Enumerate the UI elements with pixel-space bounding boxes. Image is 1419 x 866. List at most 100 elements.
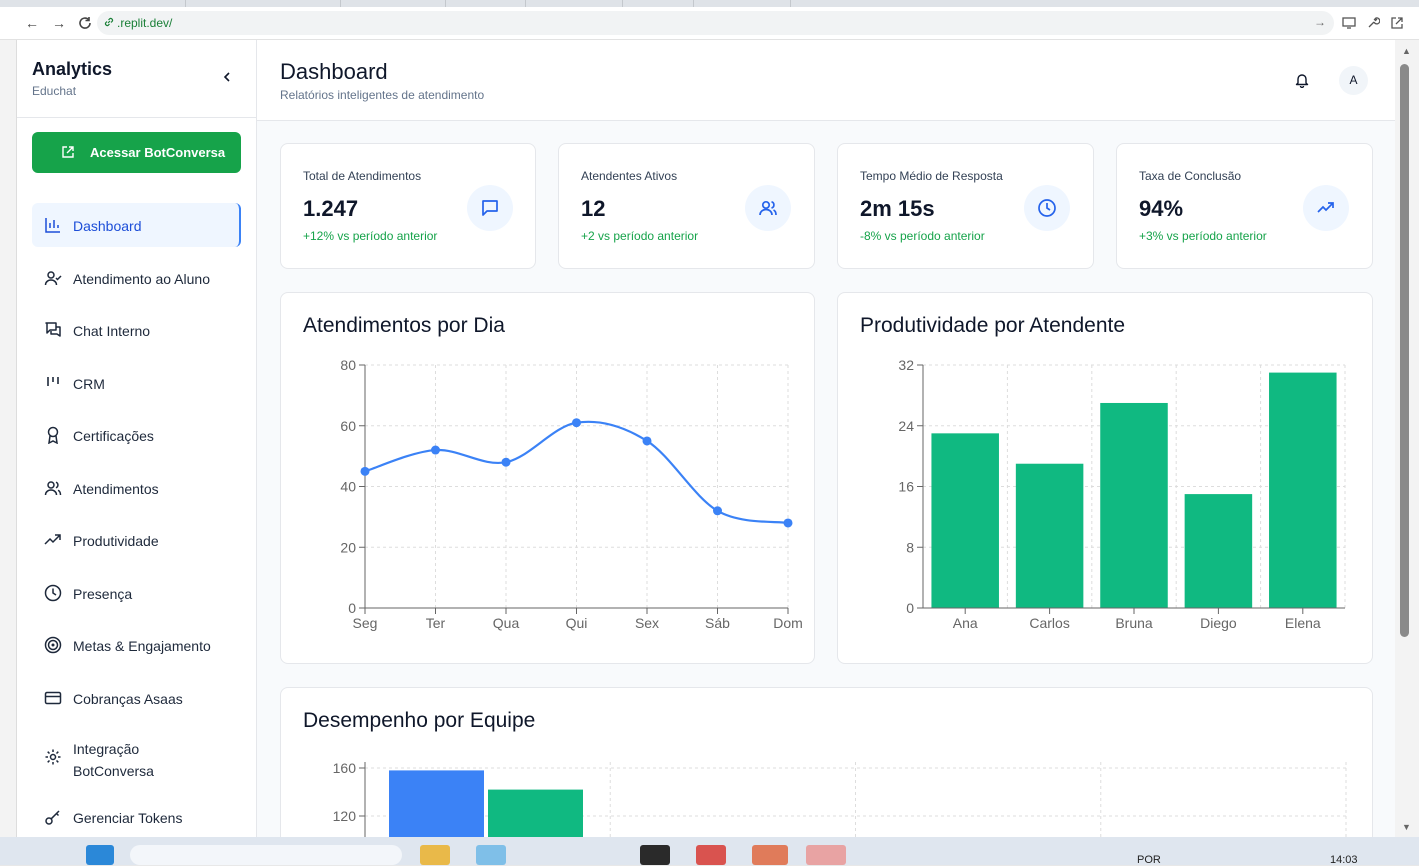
stat-delta: +2 vs período anterior [581,229,699,243]
main-content: Dashboard Relatórios inteligentes de ate… [257,40,1395,837]
page-title: Dashboard [280,59,388,84]
app-icon[interactable] [806,845,846,865]
stat-card-total: Total de Atendimentos 1.247 +12% vs perí… [280,143,536,269]
x-tick-label: Ter [426,615,446,631]
x-tick-label: Dom [773,615,803,631]
go-icon[interactable]: → [1314,15,1326,29]
x-tick-label: Ana [953,615,978,631]
cast-icon[interactable] [1342,16,1356,30]
stat-card-tempo: Tempo Médio de Resposta 2m 15s -8% vs pe… [837,143,1094,269]
line-chart: 0 20 40 60 80 Seg Ter Qua Qui Sex Sáb Dom [340,357,803,631]
sidebar-item-integracao[interactable]: Integração BotConversa [32,728,241,786]
x-tick-label: Sex [635,615,659,631]
page-scrollbar[interactable]: ▲ ▼ [1395,40,1419,837]
access-botconversa-button[interactable]: Acessar BotConversa [32,132,241,173]
bar [1015,463,1084,608]
sidebar-item-label: Presença [73,585,133,602]
y-tick-label: 0 [348,600,356,616]
sidebar-item-presenca[interactable]: Presença [32,571,241,615]
x-tick-label: Qua [493,615,520,631]
scroll-down-icon[interactable]: ▼ [1402,822,1411,832]
x-tick-label: Sáb [705,615,730,631]
sidebar-item-label: CRM [73,375,105,392]
data-point [783,518,793,528]
windows-start-icon[interactable] [86,845,114,865]
sidebar-item-label: Dashboard [73,218,142,234]
bell-icon[interactable] [1294,72,1310,88]
bar-chart-icon [45,218,60,233]
bar-chart: 0 8 16 24 32 Ana Carlos Bruna Diego Elena [898,357,1346,631]
clock-text: 14:03 [1330,854,1358,866]
external-link-icon [62,146,74,158]
y-tick-label: 60 [340,418,356,434]
bar [1269,372,1337,608]
back-button[interactable]: ← [24,15,40,31]
sidebar-item-produtividade[interactable]: Produtividade [32,518,241,562]
page-subtitle: Relatórios inteligentes de atendimento [280,88,485,102]
sidebar-item-crm[interactable]: CRM [32,361,241,405]
kanban-icon [47,376,59,386]
sidebar-item-tokens[interactable]: Gerenciar Tokens [32,795,241,839]
folder-icon[interactable] [420,845,450,865]
data-point [713,506,722,516]
key-icon [45,809,60,825]
url-text: .replit.dev/ [117,16,173,30]
target-icon [44,636,62,654]
data-point [360,466,370,476]
sidebar-item-chat-interno[interactable]: Chat Interno [32,308,241,352]
sidebar-item-certificacoes[interactable]: Certificações [32,413,241,457]
sidebar-item-label: Certificações [73,428,154,444]
bar [1184,494,1253,608]
x-tick-label: Qui [566,615,588,631]
forward-button[interactable]: → [51,15,67,31]
app-icon[interactable] [752,845,788,865]
sidebar-item-atendimentos[interactable]: Atendimentos [32,466,241,510]
award-icon [47,426,59,444]
stat-label: Atendentes Ativos [581,169,678,183]
tab-divider [693,0,694,7]
stat-delta: +12% vs período anterior [303,229,438,243]
scroll-up-icon[interactable]: ▲ [1402,46,1411,56]
tab-divider [525,0,526,7]
sidebar-header: Analytics Educhat [17,40,257,118]
sidebar-item-cobrancas[interactable]: Cobranças Asaas [32,676,241,720]
stat-card-taxa: Taxa de Conclusão 94% +3% vs período ant… [1116,143,1373,269]
sidebar-item-metas[interactable]: Metas & Engajamento [32,623,241,667]
sidebar-item-label: Produtividade [73,533,159,549]
browser-tab-strip [0,0,1419,7]
browser-toolbar: ← → .replit.dev/ → [0,7,1419,40]
app-icon[interactable] [476,845,506,865]
sidebar-item-label: Atendimento ao Aluno [73,270,210,287]
app-icon[interactable] [696,845,726,865]
external-link-icon[interactable] [1390,16,1404,30]
bar [931,433,999,608]
reload-icon[interactable] [77,15,93,31]
stat-value: 1.247 [303,196,359,221]
chevron-left-icon[interactable] [220,70,234,84]
scroll-thumb[interactable] [1400,64,1409,637]
sidebar: Analytics Educhat Acessar BotConversa Da… [17,40,257,837]
taskbar-search-box[interactable] [130,845,402,865]
users-icon [759,200,777,216]
sidebar-item-atendimento-aluno[interactable]: Atendimento ao Aluno [32,256,241,300]
chart-card-equipe: Desempenho por Equipe 120 160 [280,687,1373,837]
sidebar-item-label: Chat Interno [73,323,151,339]
tab-divider [340,0,341,7]
stat-icon-wrap [1303,185,1349,231]
team-bar-chart: 120 160 [333,760,1347,837]
address-bar[interactable]: .replit.dev/ → [97,11,1334,35]
stat-icon-wrap [1024,185,1070,231]
sidebar-item-dashboard[interactable]: Dashboard [32,203,241,247]
wrench-icon[interactable] [1366,16,1380,30]
sidebar-nav: Dashboard Atendimento ao Aluno Chat Inte… [32,203,242,847]
y-tick-label: 32 [898,357,914,373]
settings-icon [45,749,61,765]
language-indicator[interactable]: POR [1137,854,1161,866]
avatar[interactable]: A [1339,66,1368,95]
users-icon [44,480,62,495]
y-tick-label: 80 [340,357,356,373]
sidebar-item-label: Metas & Engajamento [73,638,211,654]
app-icon[interactable] [640,845,670,865]
trending-up-icon [44,534,61,545]
stat-value: 12 [581,196,606,221]
